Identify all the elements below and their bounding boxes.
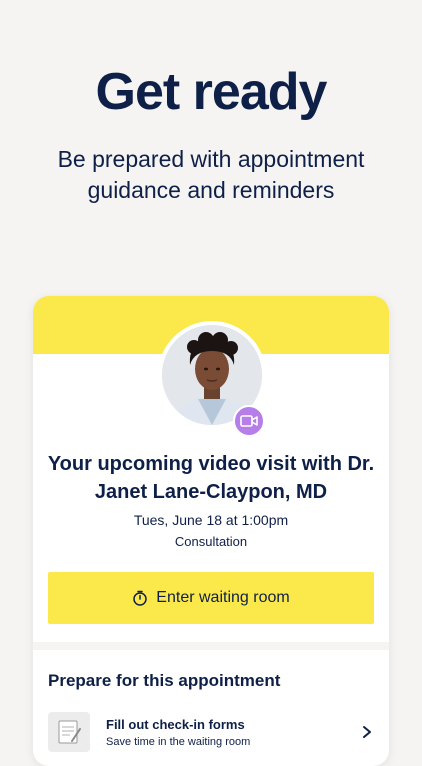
visit-type: Consultation — [174, 534, 248, 549]
prepare-heading: Prepare for this appointment — [48, 671, 281, 690]
page-subtitle: Be prepared with appointment guidance an… — [57, 146, 365, 203]
enter-waiting-room-button[interactable]: Enter waiting room — [48, 572, 374, 624]
page-title: Get ready — [95, 63, 328, 121]
timer-icon — [133, 590, 148, 606]
video-camera-icon — [233, 405, 265, 437]
visit-title: Your upcoming video visit with Dr. Janet… — [47, 453, 375, 503]
task-subtitle: Save time in the waiting room — [106, 735, 251, 748]
section-divider — [33, 642, 389, 650]
appointment-card: Your upcoming video visit with Dr. Janet… — [33, 296, 389, 766]
task-title: Fill out check-in forms — [106, 716, 245, 732]
chevron-right-icon — [363, 726, 371, 738]
form-clipboard-icon — [48, 712, 90, 752]
task-checkin-forms[interactable]: Fill out check-in forms Save time in the… — [48, 708, 374, 756]
visit-datetime: Tues, June 18 at 1:00pm — [133, 512, 289, 528]
enter-waiting-room-label: Enter waiting room — [156, 589, 290, 606]
